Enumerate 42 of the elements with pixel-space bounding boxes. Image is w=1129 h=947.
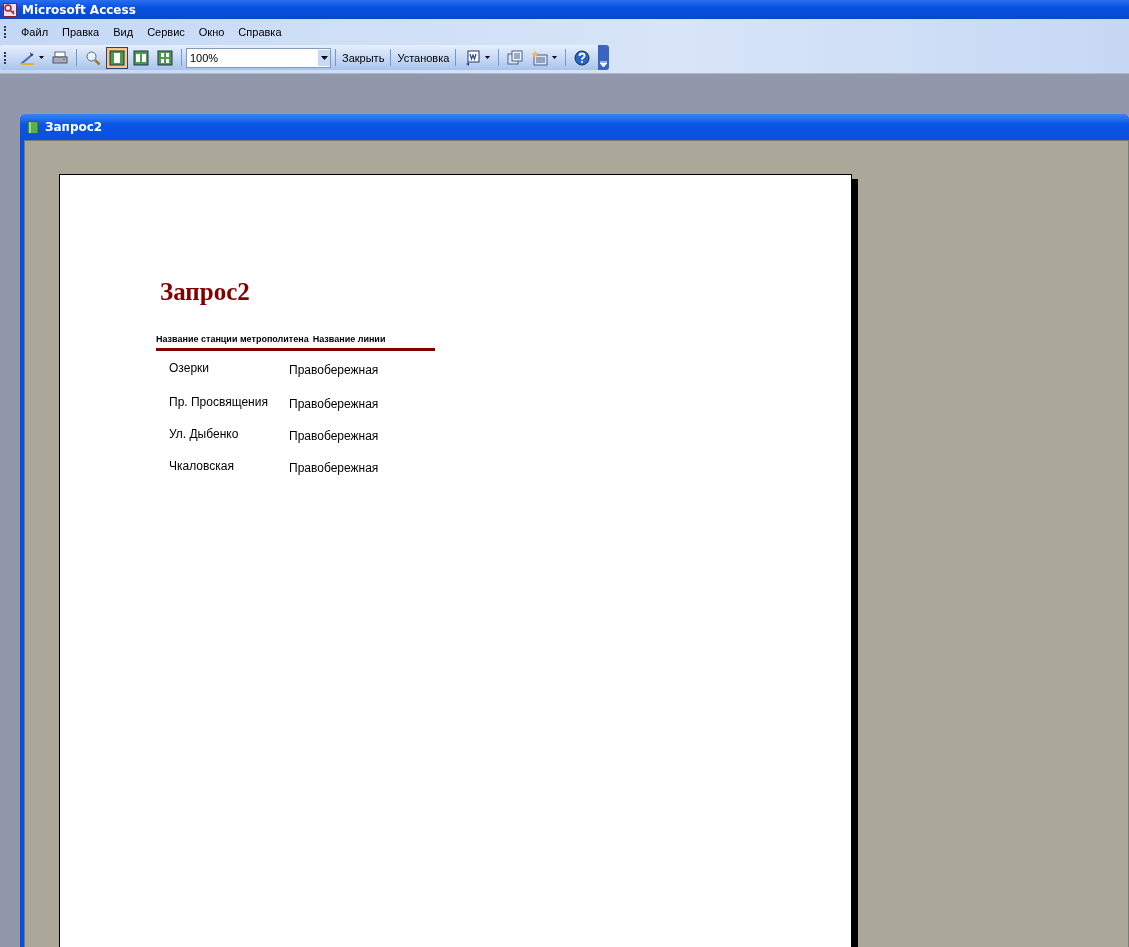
printer-icon xyxy=(52,49,68,66)
help-icon xyxy=(574,49,591,66)
toolbar-options-button[interactable] xyxy=(598,45,610,70)
two-pages-icon xyxy=(133,49,149,66)
single-page-icon xyxy=(109,49,125,66)
menu-item[interactable]: Вид xyxy=(106,25,141,38)
table-cell-text: Озерки xyxy=(169,361,210,377)
table-cell-text: Правобережная xyxy=(289,428,379,445)
caret-icon xyxy=(551,56,557,59)
menu-item[interactable]: Справка xyxy=(231,25,289,38)
window-title: Запрос2 xyxy=(45,120,103,134)
menu-item[interactable]: Окно xyxy=(191,25,232,38)
word-document-icon xyxy=(464,49,481,66)
toolbar-button[interactable]: Установка xyxy=(395,51,452,64)
new-table-icon xyxy=(531,49,548,66)
caret-icon xyxy=(600,61,608,67)
column-header: Название станции метрополитена xyxy=(156,334,309,344)
column-header: Название линии xyxy=(312,334,386,344)
caret-icon xyxy=(38,56,44,59)
window-title: Microsoft Access xyxy=(22,2,136,17)
windows-icon xyxy=(507,49,524,66)
caret-icon xyxy=(484,56,490,59)
table-cell-text: Чкаловская xyxy=(169,459,235,475)
menu-item[interactable]: Правка xyxy=(55,25,107,38)
magnifier-icon xyxy=(85,49,101,66)
table-cell-text: Пр. Просвящения xyxy=(169,395,269,411)
book-icon xyxy=(27,120,39,134)
table-cell-text: Правобережная xyxy=(289,460,379,477)
report-title: Запрос2 xyxy=(160,278,251,306)
multiple-pages-icon xyxy=(157,49,173,66)
toolbar-button[interactable]: Закрыть xyxy=(340,51,387,64)
toolbar-button[interactable] xyxy=(106,46,128,69)
caret-icon xyxy=(320,55,328,60)
ruler-pencil-icon xyxy=(18,49,35,66)
menu-item[interactable]: Файл xyxy=(14,25,56,38)
menu-item[interactable]: Сервис xyxy=(140,25,192,38)
table-cell-text: Правобережная xyxy=(289,362,379,379)
dropdown-button[interactable] xyxy=(318,49,330,66)
key-icon xyxy=(3,2,17,17)
table-cell-text: Правобережная xyxy=(289,396,379,413)
table-cell-text: Ул. Дыбенко xyxy=(169,427,240,443)
zoom-combo-box[interactable]: 100% xyxy=(186,47,331,68)
